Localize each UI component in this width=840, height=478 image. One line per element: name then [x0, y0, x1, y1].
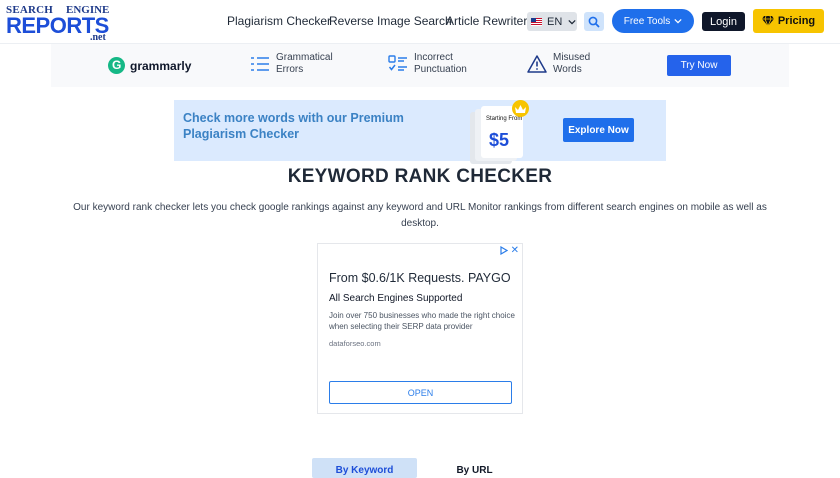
site-logo[interactable]: SEARCH ENGINE REPORTS .net [6, 4, 110, 43]
page-description: Our keyword rank checker lets you check … [73, 202, 767, 229]
list-lines-icon [251, 57, 269, 71]
grammarly-icon [108, 57, 125, 74]
nav-plagiarism-checker[interactable]: Plagiarism Checker [227, 14, 331, 28]
feature-line2: Words [553, 64, 582, 75]
ad-open-button[interactable]: OPEN [329, 381, 512, 404]
feature-line2: Punctuation [414, 64, 467, 75]
close-icon[interactable]: ✕ [511, 245, 519, 256]
tab-by-url[interactable]: By URL [422, 458, 527, 478]
feature-line2: Errors [276, 64, 304, 75]
explore-now-button[interactable]: Explore Now [563, 118, 634, 142]
login-button[interactable]: Login [702, 12, 745, 31]
search-button[interactable] [584, 12, 604, 31]
nav-article-rewriter[interactable]: Article Rewriter [446, 14, 527, 28]
ad-headline: From $0.6/1K Requests. PAYGO [329, 271, 511, 285]
feature-grammatical-errors: Grammatical Errors [250, 52, 333, 76]
feature-line1: Misused [553, 52, 591, 63]
checklist-icon [388, 55, 407, 71]
diamond-icon [761, 16, 774, 26]
feature-line1: Incorrect [414, 52, 453, 63]
adchoices-icon[interactable] [500, 246, 508, 255]
search-icon [588, 16, 600, 28]
crown-icon [512, 100, 529, 117]
site-header: SEARCH ENGINE REPORTS .net Plagiarism Ch… [0, 0, 840, 44]
advertisement[interactable]: ✕ From $0.6/1K Requests. PAYGO All Searc… [317, 243, 523, 414]
ad-domain: dataforseo.com [329, 339, 381, 348]
chevron-down-icon [674, 18, 682, 24]
premium-banner[interactable]: Check more words with our Premium Plagia… [174, 100, 666, 161]
try-now-button[interactable]: Try Now [667, 55, 731, 76]
feature-line1: Grammatical [276, 52, 333, 63]
feature-misused-words: Misused Words [527, 52, 590, 76]
tab-by-keyword[interactable]: By Keyword [312, 458, 417, 478]
free-tools-button[interactable]: Free Tools [612, 9, 694, 33]
grammarly-brand: grammarly [130, 58, 192, 73]
price-text: $5 [489, 130, 510, 150]
pricing-button[interactable]: Pricing [753, 9, 824, 33]
ad-body: Join over 750 businesses who made the ri… [329, 311, 515, 331]
grammarly-promo-bar: grammarly Grammatical Errors Incorrect P… [51, 44, 789, 87]
logo-net-text: .net [90, 32, 106, 43]
language-selector[interactable]: EN [527, 12, 577, 31]
chevron-down-icon [568, 19, 576, 24]
pricing-label: Pricing [777, 15, 816, 27]
us-flag-icon [531, 17, 542, 26]
feature-incorrect-punctuation: Incorrect Punctuation [388, 52, 467, 76]
banner-title: Check more words with our Premium Plagia… [183, 111, 404, 141]
page-title: KEYWORD RANK CHECKER [287, 166, 553, 187]
warning-icon [527, 55, 547, 73]
ad-subheadline: All Search Engines Supported [329, 293, 463, 304]
nav-reverse-image-search[interactable]: Reverse Image Search [329, 14, 452, 28]
free-tools-label: Free Tools [623, 15, 671, 27]
language-label: EN [547, 15, 563, 28]
starting-from-text: Starting From [486, 116, 523, 122]
grammarly-logo[interactable]: grammarly [108, 57, 191, 74]
